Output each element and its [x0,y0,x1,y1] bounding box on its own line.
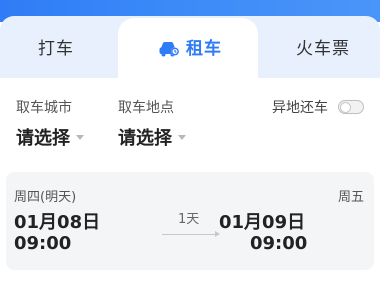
pickup-city-label: 取车城市 [16,100,72,116]
pickup-city-select[interactable]: 请选择 [16,124,84,150]
return-elsewhere-toggle[interactable] [338,100,364,114]
chevron-down-icon [76,134,84,140]
rental-duration: 1天 [178,212,200,227]
duration-arrow-line [162,234,218,235]
chevron-down-icon [178,134,186,140]
return-date: 01月09日 [219,212,306,233]
pickup-date: 01月08日 [14,212,101,233]
toggle-knob [340,102,351,113]
return-elsewhere-label: 异地还车 [272,100,328,116]
return-day: 周五 [337,190,364,205]
pickup-location-label: 取车地点 [118,100,174,116]
tab-rent-label: 租车 [186,39,222,59]
pickup-time: 09:00 [14,233,72,254]
pickup-day: 周四(明天) [14,190,77,205]
return-time: 09:00 [250,233,308,254]
tab-taxi[interactable]: 打车 [38,36,74,62]
pickup-location-select[interactable]: 请选择 [118,124,186,150]
tab-rent-car[interactable]: 租车 [158,36,222,62]
tab-train-ticket[interactable]: 火车票 [296,36,350,62]
pickup-location-value: 请选择 [118,128,172,149]
pickup-city-value: 请选择 [16,128,70,149]
car-icon [158,40,180,58]
